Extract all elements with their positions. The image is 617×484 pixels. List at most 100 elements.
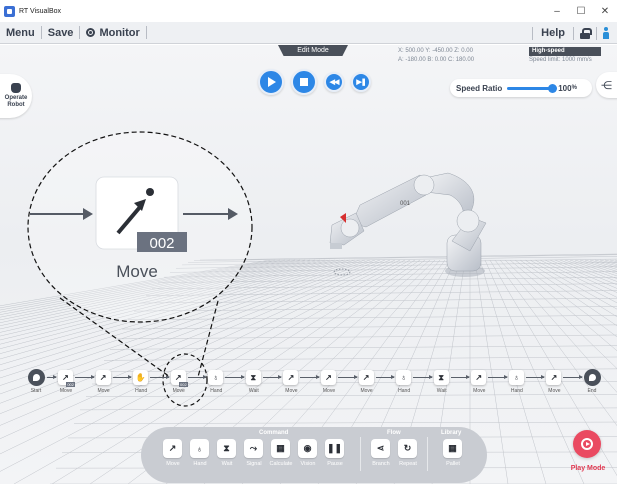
flow-block[interactable]: ⧗ [433, 370, 449, 385]
palette-hand-button[interactable]: ♁ [190, 439, 209, 458]
save-button[interactable]: Save [42, 22, 80, 43]
lock-icon[interactable] [580, 27, 592, 39]
palette-signal-label: Signal [246, 461, 262, 467]
palette-branch-button[interactable]: ⋖ [371, 439, 390, 458]
step-back-button[interactable]: ◀◀ [324, 72, 344, 92]
flow-block-label: Move [285, 388, 298, 394]
simulation-viewport[interactable]: 001 002 Move Edit Mode ◀◀ ▶❚ X: 500.00 Y… [0, 45, 617, 484]
flow-block-number: 002 [179, 382, 188, 387]
flow-end-node[interactable] [584, 369, 601, 386]
palette-vision-label: Vision [300, 461, 316, 467]
palette-calculate-button[interactable]: ▦ [271, 439, 290, 458]
palette-move-button[interactable]: ↗ [163, 439, 182, 458]
magnified-block-number: 002 [149, 235, 174, 252]
palette-group-command: Command [259, 430, 289, 436]
robot-tag: 001 [400, 201, 411, 207]
flow-block[interactable]: ↗ [546, 370, 562, 385]
flow-block[interactable]: ↗ [283, 370, 299, 385]
position-readout: X: 500.00 Y: -450.00 Z: 0.00 A: -180.00 … [398, 47, 474, 65]
flow-arrow [150, 375, 170, 379]
flow-block-icon: ↗ [475, 373, 483, 382]
flow-start-label: Start [30, 388, 42, 394]
palette-pause-button[interactable]: ❚❚ [325, 439, 344, 458]
flow-start-node[interactable] [28, 369, 45, 386]
step-forward-button[interactable]: ▶❚ [351, 72, 371, 92]
palette-pallet-label: Pallet [446, 461, 460, 467]
speed-ratio-knob[interactable] [548, 83, 558, 93]
help-button[interactable]: Help [533, 22, 573, 44]
palette-signal-button[interactable]: ⤳ [244, 439, 263, 458]
flow-block[interactable]: ↗ [95, 370, 111, 385]
menu-button[interactable]: Menu [0, 22, 41, 43]
menu-bar: Menu Save Monitor Help [0, 22, 617, 44]
minimize-button[interactable]: – [545, 0, 569, 22]
palette-wait-button[interactable]: ⧗ [217, 439, 236, 458]
flow-block-label: Hand [398, 388, 411, 394]
speed-ratio-slider[interactable] [507, 83, 558, 93]
flow-block-label: Move [360, 388, 373, 394]
app-icon [4, 5, 15, 17]
maximize-button[interactable]: ☐ [569, 0, 593, 22]
flow-arrow [75, 375, 95, 379]
flow-block[interactable]: ♁ [208, 370, 224, 385]
flow-block[interactable]: ♁ [508, 370, 524, 385]
flow-arrow [375, 375, 395, 379]
palette-divider [427, 437, 428, 471]
flow-block-icon: ♁ [400, 373, 407, 382]
flow-block-icon: ↗ [362, 373, 370, 382]
play-button[interactable] [258, 69, 284, 95]
speed-limit-value: 1000 mm/s [562, 57, 592, 63]
flow-block-label: Move [473, 388, 486, 394]
flow-block-icon: ⧗ [250, 373, 257, 382]
operate-robot-label: Operate Robot [4, 95, 28, 108]
flow-block[interactable]: ↗ [471, 370, 487, 385]
hand-icon [11, 83, 21, 93]
flow-block-icon: ♁ [212, 373, 219, 382]
hierarchy-panel-button[interactable]: ⋲ [596, 72, 617, 98]
palette-vision-button[interactable]: ◉ [298, 439, 317, 458]
magnified-block-label: Move [116, 262, 158, 281]
speed-ratio-unit: % [571, 85, 577, 91]
flow-arrow [563, 375, 583, 379]
flow-arrow [47, 375, 57, 379]
flow-block[interactable]: ♁ [396, 370, 412, 385]
stop-button[interactable] [291, 69, 317, 95]
flow-arrow [450, 375, 470, 379]
flow-block-label: Wait [248, 388, 259, 394]
flow-block-icon: ↗ [99, 373, 107, 382]
stop-icon [300, 78, 308, 86]
speed-ratio-label: Speed Ratio [456, 83, 503, 93]
speed-ratio-value: 100 [558, 83, 572, 93]
move-icon: ↗ [168, 443, 177, 453]
palette-hand-label: Hand [193, 461, 207, 467]
flow-block[interactable]: ↗ 002 [170, 370, 188, 387]
flow-block[interactable]: ↗ 002 [58, 370, 75, 387]
flow-block[interactable]: ✋ [133, 370, 149, 385]
flow-arrow [525, 375, 545, 379]
flow-block-icon: ♁ [513, 373, 520, 382]
monitor-icon [86, 28, 96, 37]
flow-block-label: Move [172, 388, 185, 394]
window-controls: – ☐ ✕ [545, 0, 617, 22]
monitor-button[interactable]: Monitor [80, 22, 145, 43]
close-button[interactable]: ✕ [593, 0, 617, 22]
user-icon[interactable] [601, 27, 611, 39]
flow-block[interactable]: ↗ [321, 370, 336, 385]
flow-arrow [225, 375, 245, 379]
flow-block[interactable]: ⧗ [245, 370, 261, 385]
play-mode-label: Play Mode [570, 465, 606, 472]
hierarchy-icon: ⋲ [601, 79, 612, 92]
play-mode-button[interactable] [573, 430, 601, 458]
flow-block[interactable]: ↗ [358, 370, 374, 385]
palette-repeat-button[interactable]: ↻ [398, 439, 417, 458]
flow-block-icon: ↗ [287, 373, 295, 382]
palette-pallet-button[interactable]: ▦ [443, 439, 462, 458]
palette-repeat-label: Repeat [399, 461, 417, 467]
flow-block-icon: ↗ [325, 373, 332, 382]
pallet-icon: ▦ [448, 443, 457, 453]
palette-divider [360, 437, 361, 471]
speed-mode-box: High-speed Speed limit: 1000 mm/s [529, 47, 601, 65]
speed-mode-badge: High-speed [529, 47, 601, 56]
flow-block-label: Move [59, 388, 73, 394]
flow-block-label: Move [548, 388, 561, 394]
